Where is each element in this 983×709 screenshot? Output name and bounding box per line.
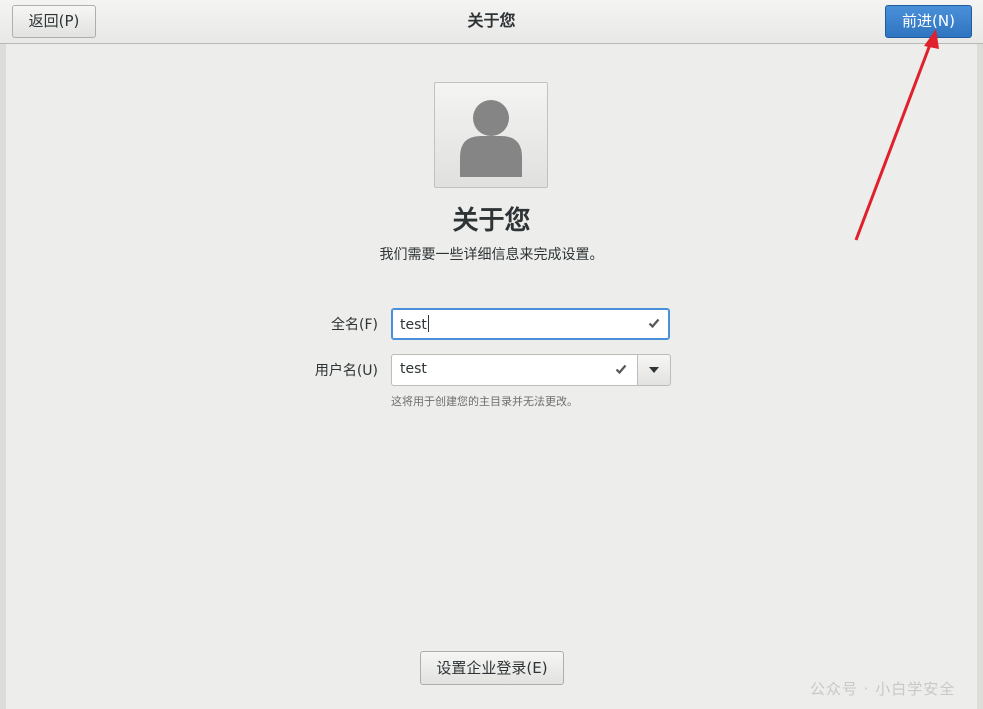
check-icon: [648, 318, 660, 329]
page-subtitle: 我们需要一些详细信息来完成设置。: [379, 247, 604, 263]
username-value: test: [400, 361, 427, 377]
chevron-down-icon: [649, 367, 659, 373]
enterprise-login-button[interactable]: 设置企业登录(E): [420, 651, 564, 685]
header-title: 关于您: [467, 11, 516, 30]
text-cursor: [427, 315, 429, 332]
back-button[interactable]: 返回(P): [12, 5, 96, 38]
username-dropdown-button[interactable]: [637, 354, 671, 386]
next-button[interactable]: 前进(N): [885, 5, 972, 38]
fullname-value: test: [400, 317, 427, 333]
fullname-input[interactable]: test: [391, 308, 670, 340]
check-icon: [615, 364, 627, 375]
page-title: 关于您: [452, 206, 531, 236]
username-input[interactable]: test: [391, 354, 638, 386]
username-label: 用户名(U): [314, 363, 378, 379]
avatar-button[interactable]: [434, 82, 548, 188]
window-frame-right: [977, 0, 983, 709]
fullname-value-wrap: test: [400, 315, 429, 333]
username-hint: 这将用于创建您的主目录并无法更改。: [391, 395, 578, 408]
header-bar: 关于您 返回(P) 前进(N): [0, 0, 983, 44]
user-avatar-icon: [460, 100, 522, 177]
watermark: 公众号 · 小白学安全: [810, 680, 956, 698]
window-frame-left: [0, 0, 6, 709]
fullname-label: 全名(F): [331, 317, 378, 333]
